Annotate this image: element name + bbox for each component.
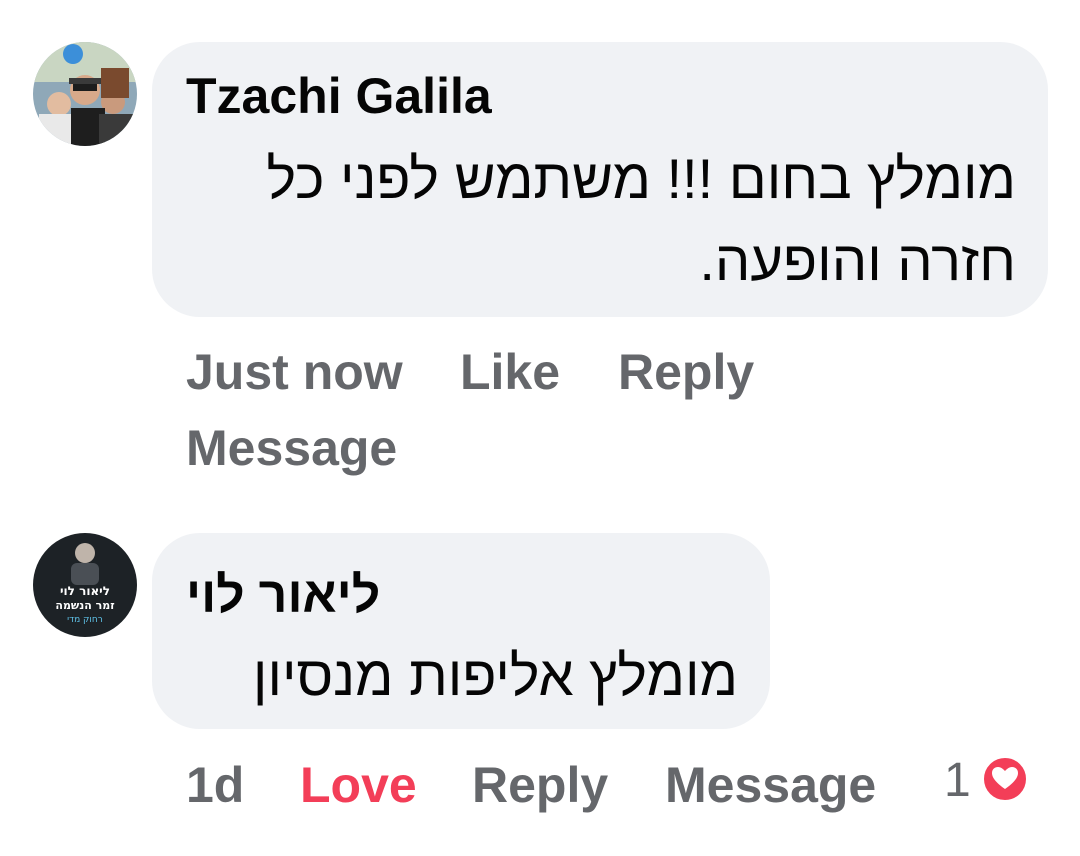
comment-author[interactable]: ליאור לוי — [186, 570, 380, 620]
comment-timestamp[interactable]: Just now — [186, 347, 403, 397]
avatar-caption: רחוק מדי — [67, 615, 103, 625]
avatar-photo — [33, 42, 137, 146]
message-button[interactable]: Message — [665, 760, 876, 810]
message-button[interactable]: Message — [186, 423, 397, 473]
reply-button[interactable]: Reply — [618, 347, 754, 397]
comment-text: מומלץ אליפות מנסיון — [252, 644, 738, 707]
avatar-caption: זמר הנשמה — [55, 599, 114, 612]
heart-icon[interactable] — [980, 754, 1030, 804]
avatar-caption: ליאור לוי — [60, 584, 110, 598]
comment-bubble: ליאור לוי מומלץ אליפות מנסיון — [152, 533, 770, 729]
comment-text-line: מומלץ בחום !!! משתמש לפני כל — [266, 147, 1016, 210]
comment-text-line: חזרה והופעה. — [699, 229, 1016, 292]
love-reaction-button[interactable]: Love — [300, 760, 417, 810]
reply-button[interactable]: Reply — [472, 760, 608, 810]
avatar-photo: ליאור לוי זמר הנשמה רחוק מדי — [33, 533, 137, 637]
comments-section: Tzachi Galila מומלץ בחום !!! משתמש לפני … — [0, 0, 1080, 856]
comment-timestamp[interactable]: 1d — [186, 760, 244, 810]
comment-text: מומלץ בחום !!! משתמש לפני כל חזרה והופעה… — [176, 138, 1016, 302]
like-button[interactable]: Like — [460, 347, 560, 397]
avatar[interactable]: ליאור לוי זמר הנשמה רחוק מדי — [33, 533, 137, 637]
heart-icon-glyph — [992, 767, 1018, 789]
comment-bubble: Tzachi Galila מומלץ בחום !!! משתמש לפני … — [152, 42, 1048, 317]
avatar[interactable] — [33, 42, 137, 146]
comment-author[interactable]: Tzachi Galila — [186, 71, 492, 121]
reaction-count[interactable]: 1 — [944, 757, 971, 805]
